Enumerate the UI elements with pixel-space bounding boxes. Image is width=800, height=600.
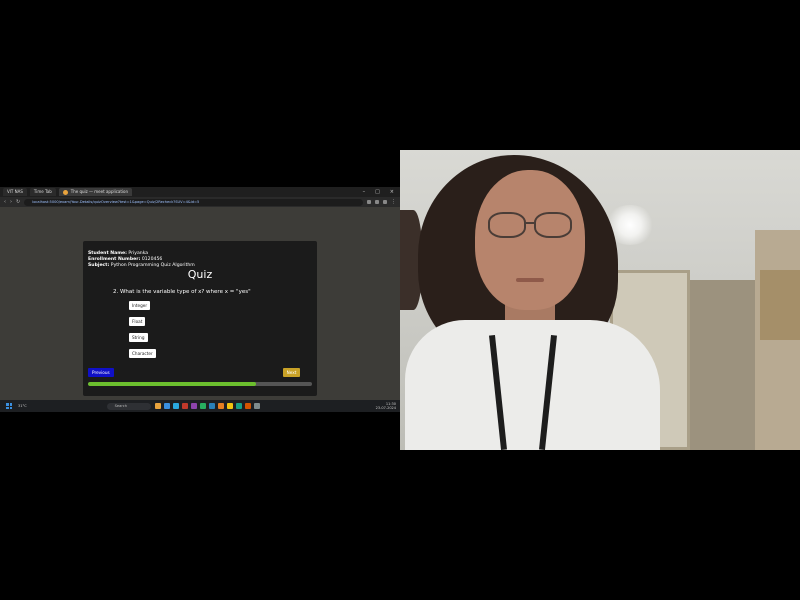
url-input[interactable]: localhost:5000/exam/Your-Details/quizOve…	[24, 198, 363, 206]
option-button[interactable]: Character	[129, 349, 156, 358]
background-wall	[755, 230, 800, 450]
taskbar-app-icons	[154, 403, 260, 409]
extension-icon[interactable]	[367, 200, 371, 204]
shared-screen: VIT NAS Time Tab The quiz — meet applica…	[0, 187, 400, 412]
maximize-icon[interactable]: □	[375, 189, 380, 195]
option-button[interactable]: String	[129, 333, 148, 342]
taskbar-app-icon[interactable]	[154, 403, 161, 409]
enrollment-value: 0120456	[141, 257, 163, 262]
person-shirt	[405, 320, 660, 450]
quiz-card: Student Name: Priyanka Enrollment Number…	[83, 241, 317, 396]
tab-label: VIT NAS	[7, 189, 23, 194]
window-controls: – □ ×	[363, 189, 400, 195]
back-icon[interactable]: ‹	[4, 199, 6, 205]
glasses-icon	[534, 212, 572, 238]
browser-tab-1[interactable]: VIT NAS	[3, 188, 27, 196]
progress-bar	[88, 382, 312, 386]
webcam-feed	[400, 150, 800, 450]
previous-button[interactable]: Previous	[88, 368, 114, 377]
next-button[interactable]: Next	[283, 368, 300, 377]
system-tray: 11:30 23-07-2024	[376, 402, 396, 410]
browser-tab-2[interactable]: Time Tab	[29, 188, 56, 196]
glasses-bridge	[526, 222, 534, 224]
tab-label: Time Tab	[33, 189, 52, 194]
browser-tab-bar: VIT NAS Time Tab The quiz — meet applica…	[0, 187, 400, 197]
progress-fill	[88, 382, 256, 386]
extension-icon[interactable]	[375, 200, 379, 204]
glasses-icon	[488, 212, 526, 238]
person-face	[475, 170, 585, 310]
favicon-icon	[62, 189, 68, 195]
taskbar-app-icon[interactable]	[190, 403, 197, 409]
forward-icon[interactable]: ›	[10, 199, 12, 205]
background-box	[760, 270, 800, 340]
tab-label: The quiz — meet application	[70, 189, 129, 194]
taskbar-app-icon[interactable]	[226, 403, 233, 409]
taskbar: 31°C Search 11:30 23-07-2024	[0, 400, 400, 412]
student-name-value: Priyanka	[128, 251, 149, 256]
taskbar-app-icon[interactable]	[208, 403, 215, 409]
quiz-title: Quiz	[187, 268, 213, 281]
person-mouth	[516, 278, 544, 282]
reload-icon[interactable]: ↻	[16, 199, 20, 205]
taskbar-app-icon[interactable]	[199, 403, 206, 409]
taskbar-app-icon[interactable]	[172, 403, 179, 409]
windows-start-icon[interactable]	[6, 403, 12, 409]
taskbar-app-icon[interactable]	[253, 403, 260, 409]
weather-widget[interactable]: 31°C	[18, 404, 27, 408]
profile-icon[interactable]	[383, 200, 387, 204]
web-page: Student Name: Priyanka Enrollment Number…	[0, 207, 400, 400]
taskbar-app-icon[interactable]	[163, 403, 170, 409]
taskbar-app-icon[interactable]	[244, 403, 251, 409]
student-info: Student Name: Priyanka Enrollment Number…	[88, 251, 195, 269]
taskbar-search-input[interactable]: Search	[106, 402, 151, 410]
meeting-view: VIT NAS Time Tab The quiz — meet applica…	[0, 0, 800, 600]
enrollment-label: Enrollment Number:	[88, 257, 141, 262]
student-name-label: Student Name:	[88, 251, 127, 256]
option-button[interactable]: Integer	[129, 301, 151, 310]
minimize-icon[interactable]: –	[363, 189, 366, 195]
menu-icon[interactable]: ⋮	[391, 199, 396, 205]
question-text: 2. What is the variable type of x? where…	[113, 289, 251, 295]
clock-date: 23-07-2024	[375, 406, 396, 410]
taskbar-app-icon[interactable]	[235, 403, 242, 409]
option-button[interactable]: Float	[129, 317, 146, 326]
address-bar-row: ‹ › ↻ localhost:5000/exam/Your-Details/q…	[0, 197, 400, 207]
close-icon[interactable]: ×	[390, 189, 394, 195]
taskbar-app-icon[interactable]	[181, 403, 188, 409]
browser-tab-3[interactable]: The quiz — meet application	[58, 188, 133, 196]
taskbar-app-icon[interactable]	[217, 403, 224, 409]
background-door	[690, 280, 755, 450]
